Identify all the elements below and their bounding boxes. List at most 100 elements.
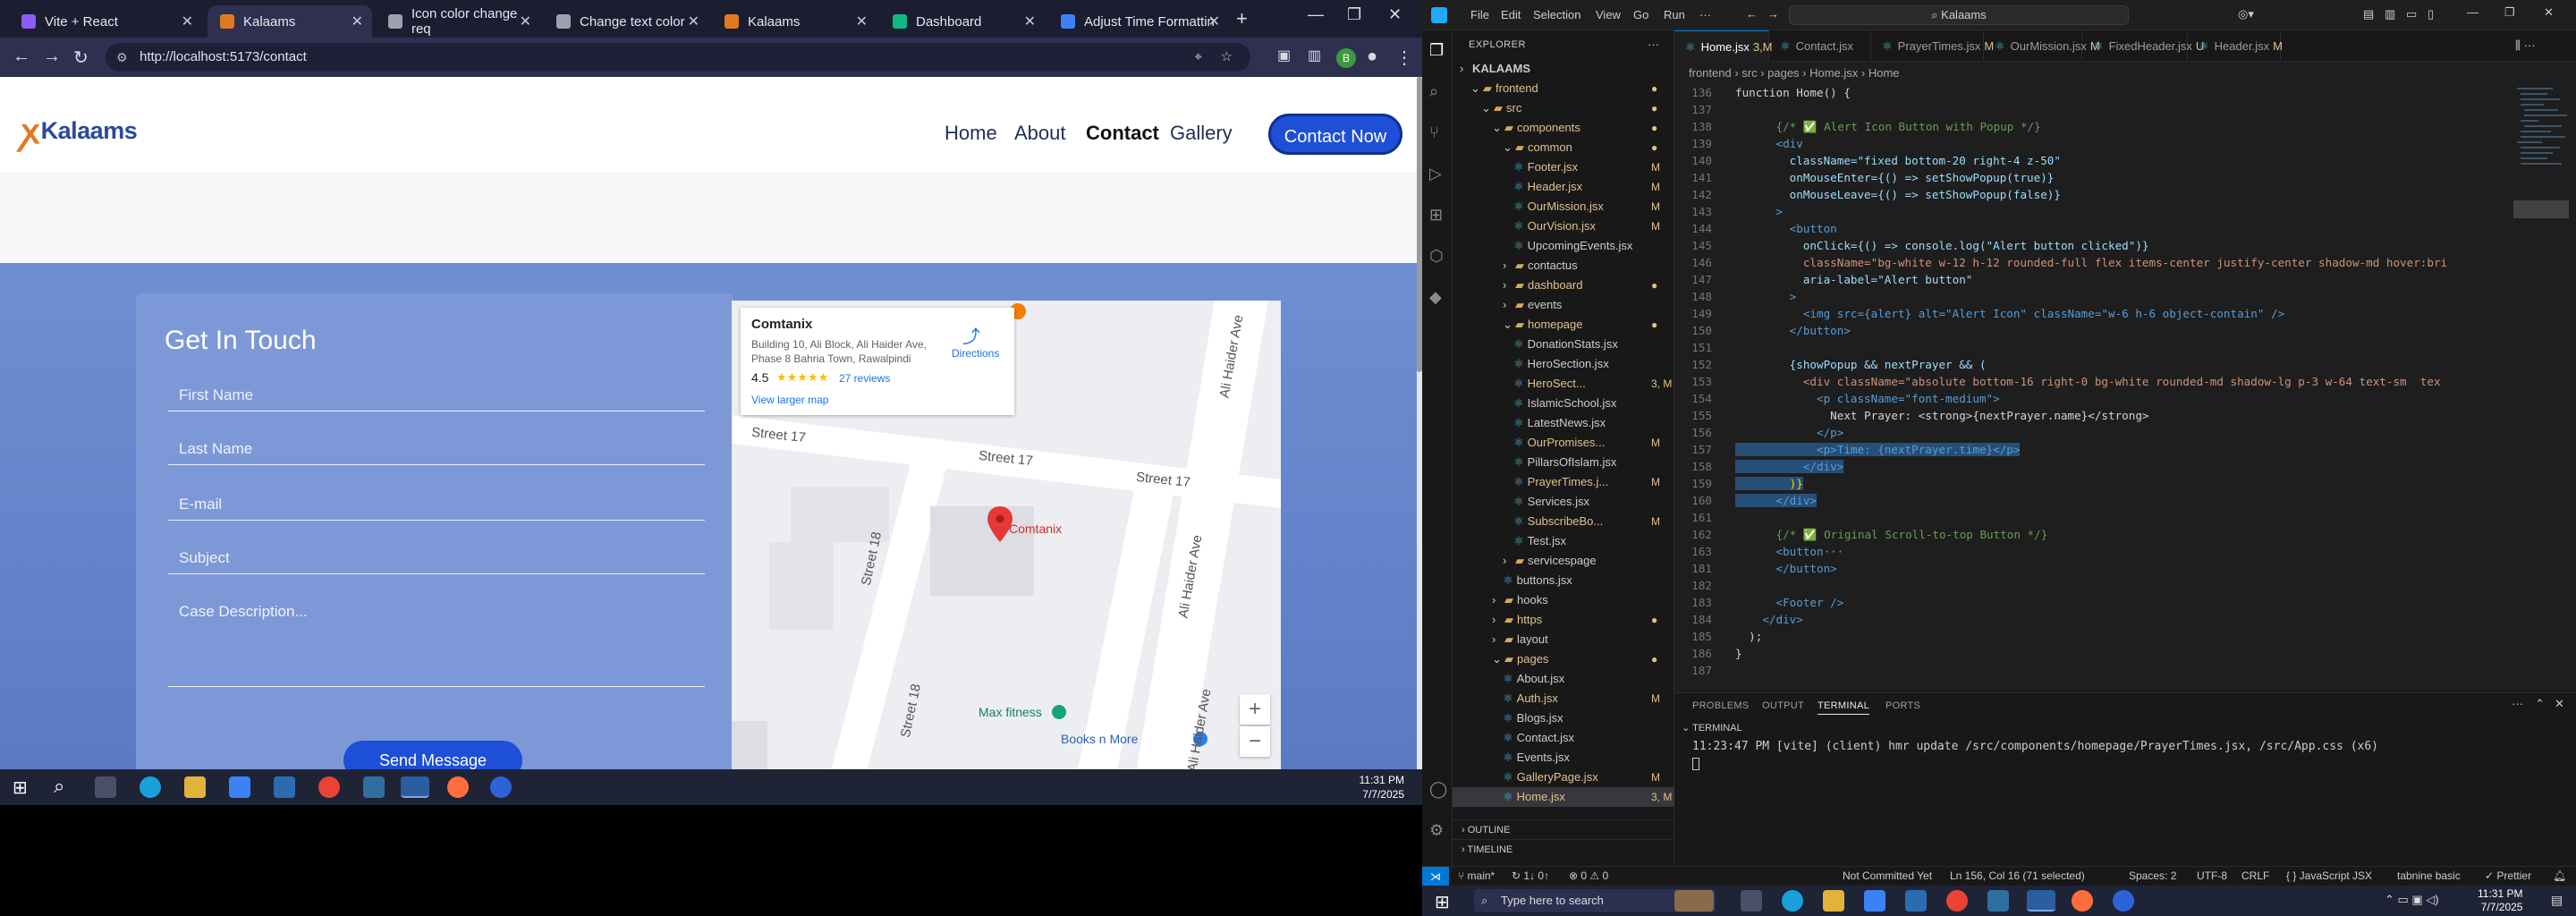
close-icon[interactable]: ✕: [688, 13, 699, 30]
tree-file[interactable]: ⚛ Footer.jsx M: [1453, 157, 1674, 177]
code-line[interactable]: 143 >: [1674, 203, 2569, 220]
code-line[interactable]: 147 aria-label="Alert button": [1674, 271, 2569, 288]
tabnine-status[interactable]: tabnine basic: [2397, 869, 2461, 882]
tree-file[interactable]: ⚛ HeroSection.jsx: [1453, 354, 1674, 374]
back-arrow-icon[interactable]: ←: [1746, 7, 1758, 21]
code-line[interactable]: 187: [1674, 662, 2569, 679]
code-line[interactable]: 163 <button···: [1674, 543, 2569, 560]
code-line[interactable]: 150 </button>: [1674, 322, 2569, 339]
maximize-icon[interactable]: ❐: [2504, 5, 2515, 20]
tree-file[interactable]: ⚛ Contact.jsx: [1453, 728, 1674, 748]
forward-arrow-icon[interactable]: →: [43, 47, 61, 67]
tree-file[interactable]: ⚛ UpcomingEvents.jsx: [1453, 236, 1674, 256]
reviews-link[interactable]: 27 reviews: [839, 372, 890, 385]
code-editor[interactable]: 136 function Home() {137 138 {/* ✅ Alert I…: [1674, 84, 2569, 692]
menu-go[interactable]: Go: [1633, 8, 1648, 21]
code-line[interactable]: 153 <div className="absolute bottom-16 r…: [1674, 373, 2569, 390]
search-icon[interactable]: ⌕: [1429, 82, 1447, 100]
close-icon[interactable]: ✕: [520, 13, 531, 30]
tree-folder[interactable]: › ▰ dashboard ●: [1453, 276, 1674, 295]
settings-gear-icon[interactable]: ⚙: [1429, 821, 1447, 839]
code-line[interactable]: 181 </button>: [1674, 560, 2569, 577]
minimize-icon[interactable]: —: [2467, 5, 2479, 19]
tree-folder[interactable]: ⌄ ▰ common ●: [1453, 138, 1674, 157]
code-line[interactable]: 159 )}: [1674, 475, 2569, 492]
menu-view[interactable]: View: [1596, 8, 1621, 21]
code-line[interactable]: 152 {showPopup && nextPrayer && (: [1674, 356, 2569, 373]
prettier-status[interactable]: ✓ Prettier: [2485, 869, 2531, 882]
search-icon[interactable]: ⌕: [54, 775, 64, 798]
tree-file[interactable]: ⚛ IslamicSchool.jsx: [1453, 394, 1674, 413]
description-textarea[interactable]: Case Description...: [168, 594, 705, 687]
weather-widget-icon[interactable]: [1674, 890, 1714, 912]
tree-folder[interactable]: › ▰ servicespage: [1453, 551, 1674, 571]
code-line[interactable]: 158 </div>: [1674, 458, 2569, 475]
tree-file[interactable]: ⚛ buttons.jsx: [1453, 571, 1674, 590]
windows-start-icon[interactable]: ⊞: [1435, 891, 1450, 913]
tree-folder[interactable]: ⌄ ▰ frontend ●: [1453, 79, 1674, 98]
chrome-tab[interactable]: Adjust Time Formattin ✕: [1048, 5, 1229, 38]
tree-folder[interactable]: › ▰ https ●: [1453, 610, 1674, 630]
menu-file[interactable]: File: [1470, 8, 1489, 21]
tree-folder[interactable]: ⌄ ▰ src ●: [1453, 98, 1674, 118]
site-logo[interactable]: ꭗ Kalaams: [21, 107, 138, 154]
tree-file[interactable]: ⚛ LatestNews.jsx: [1453, 413, 1674, 433]
code-line[interactable]: 183 <Footer />: [1674, 594, 2569, 611]
remote-indicator-icon[interactable]: ⋊: [1422, 867, 1449, 886]
tree-file[interactable]: ⚛ HeroSect... 3, M: [1453, 374, 1674, 394]
problems-status[interactable]: ⊗ 0 ⚠ 0: [1569, 869, 1608, 882]
code-line[interactable]: 144 <button: [1674, 220, 2569, 237]
tree-folder[interactable]: › KALAAMS: [1453, 59, 1674, 79]
view-larger-map-link[interactable]: View larger map: [751, 394, 828, 406]
more-actions-icon[interactable]: ···: [2512, 697, 2523, 710]
profile-avatar[interactable]: B: [1336, 48, 1356, 68]
code-line[interactable]: 182: [1674, 577, 2569, 594]
layout-icon[interactable]: ▤: [2363, 7, 2374, 21]
windows-start-icon[interactable]: ⊞: [13, 776, 28, 799]
chrome-tab[interactable]: Vite + React ✕: [9, 5, 202, 38]
tree-file[interactable]: ⚛ Test.jsx: [1453, 531, 1674, 551]
code-line[interactable]: 154 <p className="font-medium">: [1674, 390, 2569, 407]
chrome-tab[interactable]: Dashboard ✕: [880, 5, 1045, 38]
menu-selection[interactable]: Selection: [1533, 8, 1580, 21]
tabnine-icon[interactable]: ◆: [1429, 288, 1447, 306]
close-window-icon[interactable]: ✕: [2544, 5, 2554, 20]
command-center[interactable]: ⌕ Kalaams: [1789, 5, 2129, 25]
output-tab[interactable]: OUTPUT: [1762, 700, 1804, 711]
nav-gallery[interactable]: Gallery: [1170, 122, 1233, 145]
terminal-tab[interactable]: TERMINAL: [1818, 700, 1870, 715]
close-icon[interactable]: ✕: [352, 13, 363, 30]
copilot-icon[interactable]: ◎▾: [2238, 7, 2254, 21]
timeline-section[interactable]: › TIMELINE: [1453, 839, 1674, 859]
tree-file[interactable]: ⚛ Auth.jsx M: [1453, 689, 1674, 708]
send-message-button[interactable]: Send Message: [343, 741, 522, 769]
address-bar[interactable]: ⚙ http://localhost:5173/contact ⌖ ☆: [106, 43, 1250, 72]
tree-file[interactable]: ⚛ PillarsOfIslam.jsx: [1453, 453, 1674, 472]
more-actions-icon[interactable]: ···: [1648, 38, 1659, 51]
nav-contact[interactable]: Contact: [1086, 122, 1159, 145]
zoom-out-button[interactable]: −: [1240, 726, 1270, 757]
code-line[interactable]: 145 onClick={() => console.log("Alert bu…: [1674, 237, 2569, 254]
first-name-input[interactable]: First Name: [168, 379, 705, 411]
ports-tab[interactable]: PORTS: [1885, 700, 1920, 711]
bookmark-star-icon[interactable]: ☆: [1221, 43, 1233, 72]
close-icon[interactable]: ✕: [856, 13, 868, 30]
store-icon[interactable]: [229, 776, 250, 798]
tree-file[interactable]: ⚛ Events.jsx: [1453, 748, 1674, 768]
tree-folder[interactable]: ⌄ ▰ components ●: [1453, 118, 1674, 138]
mail-icon[interactable]: [1905, 890, 1927, 912]
maximize-icon[interactable]: ❐: [1347, 5, 1361, 24]
store-icon[interactable]: [1864, 890, 1885, 912]
eol-status[interactable]: CRLF: [2241, 869, 2269, 882]
code-line[interactable]: 162 {/* ✅ Original Scroll-to-top Button …: [1674, 526, 2569, 543]
file-explorer-icon[interactable]: [1823, 890, 1844, 912]
toggle-panel-icon[interactable]: ▭: [2406, 7, 2417, 21]
zoom-in-button[interactable]: +: [1240, 694, 1270, 725]
code-line[interactable]: 141 onMouseEnter={() => setShowPopup(tru…: [1674, 169, 2569, 186]
code-line[interactable]: 142 onMouseLeave={() => setShowPopup(fal…: [1674, 186, 2569, 203]
tree-file[interactable]: ⚛ DonationStats.jsx: [1453, 335, 1674, 354]
new-tab-button[interactable]: +: [1236, 7, 1248, 30]
code-line[interactable]: 186}: [1674, 645, 2569, 662]
location-icon[interactable]: ⌖: [1195, 43, 1202, 72]
notification-center-icon[interactable]: ▤: [2551, 893, 2563, 908]
